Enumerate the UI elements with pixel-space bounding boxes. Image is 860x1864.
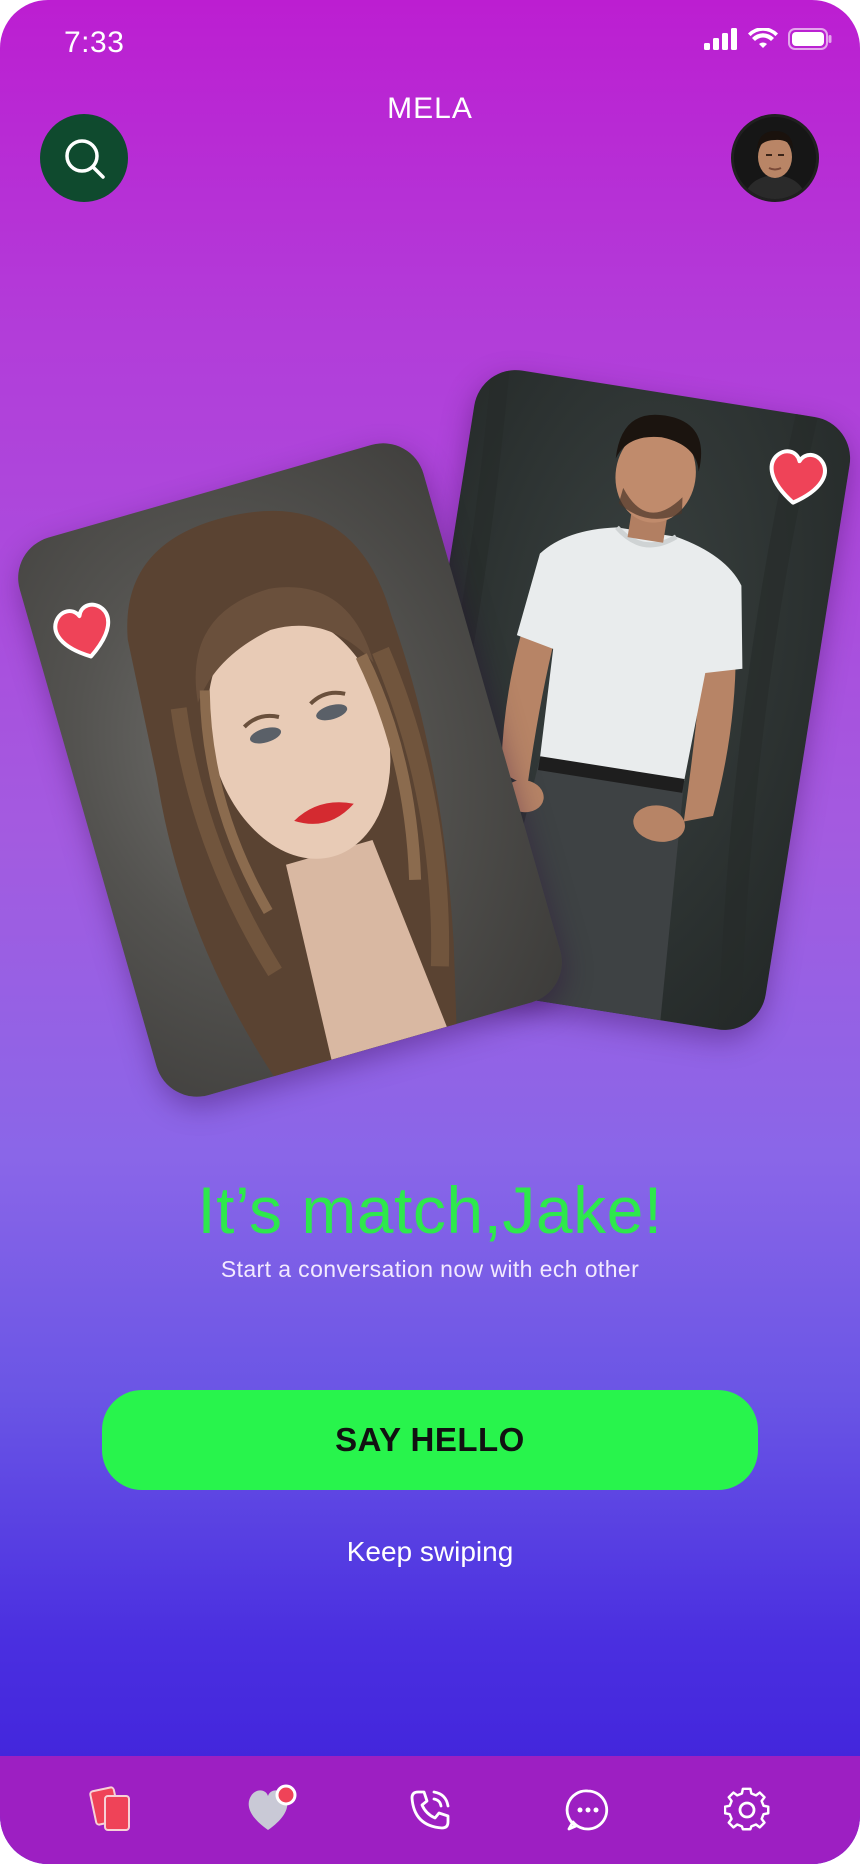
status-time: 7:33: [64, 26, 125, 59]
match-screen: 7:33 MELA It’s match,Jake! Start a conve…: [0, 0, 860, 1864]
heart-notification-icon: [248, 1784, 297, 1830]
search-icon: [65, 139, 105, 179]
keep-swiping-link[interactable]: Keep swiping: [0, 1536, 860, 1568]
heart-icon: [769, 449, 827, 505]
signal-icon: [704, 28, 737, 50]
battery-icon: [788, 28, 832, 50]
app-logo: MELA: [387, 92, 473, 125]
wifi-icon: [748, 28, 778, 48]
nav-likes[interactable]: [237, 1775, 307, 1845]
settings-icon: [723, 1787, 770, 1831]
bottom-nav: [0, 1756, 860, 1864]
chat-icon: [566, 1789, 609, 1831]
nav-calls[interactable]: [395, 1775, 465, 1845]
profile-avatar[interactable]: [731, 114, 819, 202]
cards-icon: [89, 1786, 131, 1831]
avatar-portrait: [734, 117, 816, 199]
phone-icon: [410, 1790, 450, 1830]
match-title: It’s match,Jake!: [197, 1173, 663, 1247]
nav-settings[interactable]: [712, 1775, 782, 1845]
nav-cards[interactable]: [78, 1775, 148, 1845]
status-icons: [704, 28, 832, 50]
say-hello-button[interactable]: SAY HELLO: [102, 1390, 758, 1490]
search-button[interactable]: [40, 114, 128, 202]
nav-chat[interactable]: [553, 1775, 623, 1845]
match-subtitle: Start a conversation now with ech other: [220, 1256, 640, 1282]
